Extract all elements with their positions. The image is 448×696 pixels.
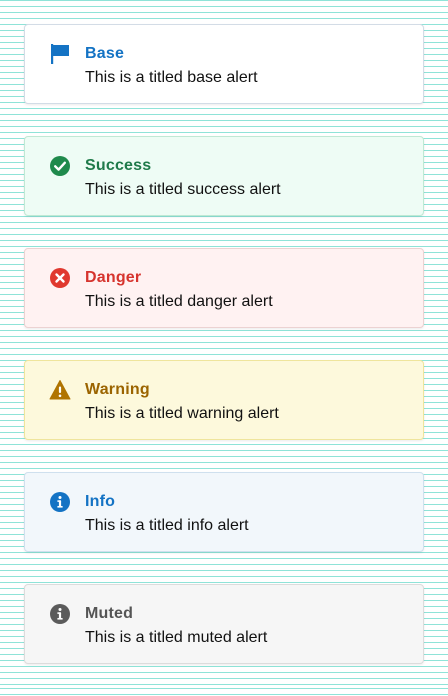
info-circle-icon [49, 491, 71, 513]
alert-success: Success This is a titled success alert [24, 136, 424, 216]
alert-message: This is a titled info alert [85, 517, 249, 534]
info-circle-icon [49, 603, 71, 625]
alert-title: Warning [85, 381, 150, 398]
flag-icon [49, 43, 71, 65]
alert-danger: Danger This is a titled danger alert [24, 248, 424, 328]
alert-message: This is a titled warning alert [85, 405, 279, 422]
alert-title: Info [85, 493, 116, 510]
alert-info: Info This is a titled info alert [24, 472, 424, 552]
x-circle-icon [49, 267, 71, 289]
check-circle-icon [49, 155, 71, 177]
alert-title: Danger [85, 269, 142, 286]
alert-list: Base This is a titled base alert Success… [24, 24, 424, 696]
alert-warning: Warning This is a titled warning alert [24, 360, 424, 440]
alert-title: Base [85, 45, 125, 62]
alert-base: Base This is a titled base alert [24, 24, 424, 104]
alert-message: This is a titled muted alert [85, 629, 268, 646]
alert-message: This is a titled base alert [85, 69, 258, 86]
alert-message: This is a titled danger alert [85, 293, 273, 310]
alert-muted: Muted This is a titled muted alert [24, 584, 424, 664]
alert-title: Success [85, 157, 152, 174]
warning-triangle-icon [49, 379, 71, 401]
alert-message: This is a titled success alert [85, 181, 281, 198]
alert-title: Muted [85, 605, 134, 622]
